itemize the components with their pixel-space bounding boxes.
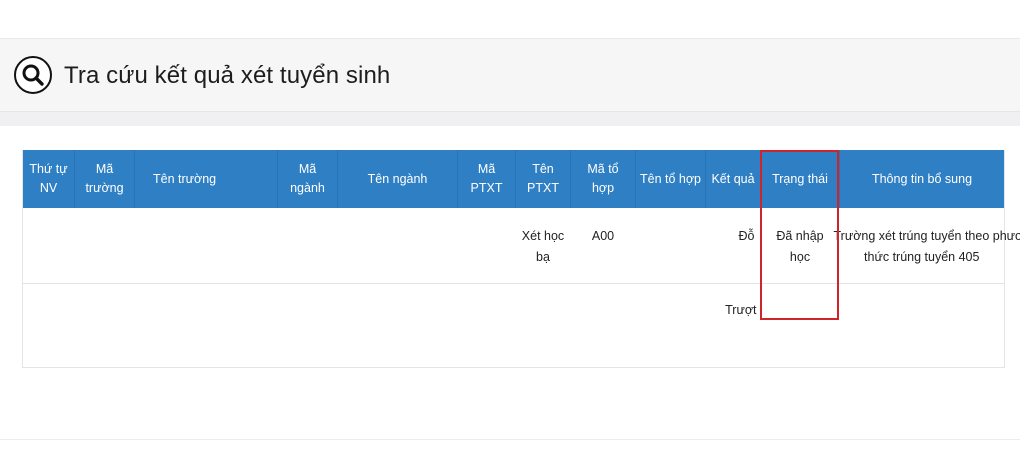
cell-ten-to-hop [635, 208, 706, 284]
cell-ten-to-hop [636, 283, 706, 367]
table-header-row: Thứ tự NV Mã trường Tên trường Mã ngành … [22, 150, 1005, 208]
column-header-ma-truong[interactable]: Mã trường [74, 150, 135, 208]
admission-results-table: Thứ tự NV Mã trường Tên trường Mã ngành … [22, 150, 1020, 368]
column-header-ten-to-hop[interactable]: Tên tổ hợp [635, 150, 706, 208]
cell-ket-qua: Trượt [725, 302, 757, 317]
search-icon-glyph [22, 64, 44, 86]
cell-ma-nganh [278, 283, 338, 367]
cell-trang-thai [761, 283, 840, 367]
column-header-ten-nganh[interactable]: Tên ngành [337, 150, 458, 208]
extra-info-line-2: thức trúng tuyển 405 [864, 250, 980, 264]
table-row: Xét học bạ A00 Đỗ Đã nhập học Trường xét… [22, 208, 1020, 284]
cell-thong-tin-bo-sung [840, 283, 1005, 367]
cell-ma-truong [74, 208, 135, 284]
cell-ma-to-hop [571, 283, 636, 367]
table-row: Trượt [23, 283, 1005, 367]
cell-ket-qua: Đỗ [705, 208, 761, 284]
cell-thu-tu-nv [23, 283, 75, 367]
results-page: Tra cứu kết quả xét tuyển sinh Thứ tự NV… [0, 0, 1020, 473]
cell-trang-thai: Đã nhập học [760, 208, 840, 284]
cell-ten-truong [134, 208, 278, 284]
header-divider-strip [0, 112, 1020, 126]
cell-thong-tin-bo-sung: Trường xét trúng tuyển theo phương thức … [834, 208, 1020, 284]
column-header-ma-ptxt[interactable]: Mã PTXT [457, 150, 516, 208]
cell-ten-ptxt [516, 283, 571, 367]
column-header-thu-tu-nv[interactable]: Thứ tự NV [22, 150, 75, 208]
column-header-ma-nganh[interactable]: Mã ngành [277, 150, 338, 208]
cell-ma-ptxt [458, 283, 516, 367]
column-header-thong-tin-bo-sung[interactable]: Thông tin bổ sung [839, 150, 1005, 208]
page-header: Tra cứu kết quả xét tuyển sinh [0, 38, 1020, 112]
column-header-ket-qua[interactable]: Kết quả [705, 150, 761, 208]
cell-ten-truong [135, 283, 278, 367]
column-header-ten-truong[interactable]: Tên trường [134, 150, 278, 208]
cell-ma-ptxt [457, 208, 516, 284]
cell-ma-truong [75, 283, 135, 367]
cell-ten-nganh [337, 208, 458, 284]
cell-ma-nganh [277, 208, 338, 284]
column-header-trang-thai[interactable]: Trạng thái [760, 150, 840, 208]
search-icon [14, 56, 52, 94]
cell-ten-nganh [338, 283, 458, 367]
page-title: Tra cứu kết quả xét tuyển sinh [64, 62, 391, 89]
column-header-ten-ptxt[interactable]: Tên PTXT [515, 150, 571, 208]
cell-ten-ptxt: Xét học bạ [515, 208, 571, 284]
cell-ma-to-hop: A00 [570, 208, 636, 284]
cell-thu-tu-nv [22, 208, 75, 284]
extra-info-line-1: Trường xét trúng tuyển theo phương [833, 229, 1020, 243]
column-header-ma-to-hop[interactable]: Mã tổ hợp [570, 150, 636, 208]
